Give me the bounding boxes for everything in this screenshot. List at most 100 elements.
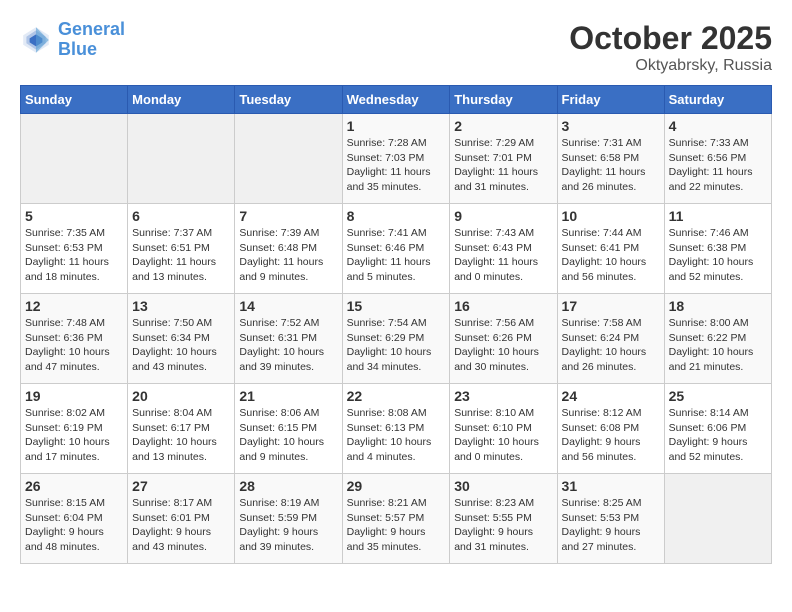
- weekday-header: Wednesday: [342, 86, 450, 114]
- day-info: Sunrise: 8:17 AM Sunset: 6:01 PM Dayligh…: [132, 496, 230, 555]
- calendar-cell: 15Sunrise: 7:54 AM Sunset: 6:29 PM Dayli…: [342, 294, 450, 384]
- day-info: Sunrise: 7:58 AM Sunset: 6:24 PM Dayligh…: [562, 316, 660, 375]
- calendar-cell: 17Sunrise: 7:58 AM Sunset: 6:24 PM Dayli…: [557, 294, 664, 384]
- day-number: 10: [562, 208, 660, 224]
- calendar-cell: 27 Sunrise: 8:17 AM Sunset: 6:01 PM Dayli…: [128, 474, 235, 564]
- calendar-cell: [664, 474, 771, 564]
- calendar-cell: 24Sunrise: 8:12 AM Sunset: 6:08 PM Dayli…: [557, 384, 664, 474]
- weekday-header: Monday: [128, 86, 235, 114]
- day-info: Sunrise: 7:33 AM Sunset: 6:56 PM Dayligh…: [669, 136, 767, 195]
- day-number: 9: [454, 208, 552, 224]
- day-number: 4: [669, 118, 767, 134]
- calendar-table: SundayMondayTuesdayWednesdayThursdayFrid…: [20, 85, 772, 564]
- day-info: Sunrise: 8:08 AM Sunset: 6:13 PM Dayligh…: [347, 406, 446, 465]
- day-info: Sunrise: 7:46 AM Sunset: 6:38 PM Dayligh…: [669, 226, 767, 285]
- calendar-cell: 23 Sunrise: 8:10 AM Sunset: 6:10 PM Dayli…: [450, 384, 557, 474]
- month-year-title: October 2025: [569, 20, 772, 57]
- calendar-cell: 13 Sunrise: 7:50 AM Sunset: 6:34 PM Dayli…: [128, 294, 235, 384]
- day-number: 19: [25, 388, 123, 404]
- day-number: 14: [239, 298, 337, 314]
- weekday-header: Tuesday: [235, 86, 342, 114]
- calendar-week-row: 12 Sunrise: 7:48 AM Sunset: 6:36 PM Dayli…: [21, 294, 772, 384]
- day-info: Sunrise: 7:52 AM Sunset: 6:31 PM Dayligh…: [239, 316, 337, 375]
- calendar-cell: 7 Sunrise: 7:39 AM Sunset: 6:48 PM Daylig…: [235, 204, 342, 294]
- day-number: 15: [347, 298, 446, 314]
- weekday-header: Thursday: [450, 86, 557, 114]
- day-number: 6: [132, 208, 230, 224]
- day-number: 16: [454, 298, 552, 314]
- day-number: 30: [454, 478, 552, 494]
- calendar-cell: 9 Sunrise: 7:43 AM Sunset: 6:43 PM Daylig…: [450, 204, 557, 294]
- logo-text: General Blue: [58, 20, 125, 60]
- weekday-header-row: SundayMondayTuesdayWednesdayThursdayFrid…: [21, 86, 772, 114]
- day-info: Sunrise: 8:04 AM Sunset: 6:17 PM Dayligh…: [132, 406, 230, 465]
- calendar-cell: [21, 114, 128, 204]
- day-number: 28: [239, 478, 337, 494]
- calendar-cell: 3Sunrise: 7:31 AM Sunset: 6:58 PM Daylig…: [557, 114, 664, 204]
- day-info: Sunrise: 7:29 AM Sunset: 7:01 PM Dayligh…: [454, 136, 552, 195]
- calendar-cell: 6 Sunrise: 7:37 AM Sunset: 6:51 PM Daylig…: [128, 204, 235, 294]
- calendar-cell: 14 Sunrise: 7:52 AM Sunset: 6:31 PM Dayli…: [235, 294, 342, 384]
- day-info: Sunrise: 7:48 AM Sunset: 6:36 PM Dayligh…: [25, 316, 123, 375]
- day-info: Sunrise: 8:25 AM Sunset: 5:53 PM Dayligh…: [562, 496, 660, 555]
- day-number: 21: [239, 388, 337, 404]
- title-block: October 2025 Oktyabrsky, Russia: [569, 20, 772, 75]
- day-info: Sunrise: 8:15 AM Sunset: 6:04 PM Dayligh…: [25, 496, 123, 555]
- day-number: 2: [454, 118, 552, 134]
- day-info: Sunrise: 8:19 AM Sunset: 5:59 PM Dayligh…: [239, 496, 337, 555]
- day-number: 18: [669, 298, 767, 314]
- day-info: Sunrise: 8:23 AM Sunset: 5:55 PM Dayligh…: [454, 496, 552, 555]
- calendar-cell: 2 Sunrise: 7:29 AM Sunset: 7:01 PM Daylig…: [450, 114, 557, 204]
- day-info: Sunrise: 7:37 AM Sunset: 6:51 PM Dayligh…: [132, 226, 230, 285]
- calendar-cell: 18 Sunrise: 8:00 AM Sunset: 6:22 PM Dayli…: [664, 294, 771, 384]
- calendar-week-row: 5 Sunrise: 7:35 AM Sunset: 6:53 PM Daylig…: [21, 204, 772, 294]
- day-number: 27: [132, 478, 230, 494]
- day-number: 3: [562, 118, 660, 134]
- day-info: Sunrise: 7:44 AM Sunset: 6:41 PM Dayligh…: [562, 226, 660, 285]
- day-info: Sunrise: 7:41 AM Sunset: 6:46 PM Dayligh…: [347, 226, 446, 285]
- calendar-cell: 21Sunrise: 8:06 AM Sunset: 6:15 PM Dayli…: [235, 384, 342, 474]
- page-header: General Blue October 2025 Oktyabrsky, Ru…: [20, 20, 772, 75]
- day-number: 24: [562, 388, 660, 404]
- day-number: 23: [454, 388, 552, 404]
- calendar-cell: 30 Sunrise: 8:23 AM Sunset: 5:55 PM Dayli…: [450, 474, 557, 564]
- day-info: Sunrise: 7:39 AM Sunset: 6:48 PM Dayligh…: [239, 226, 337, 285]
- calendar-cell: 12 Sunrise: 7:48 AM Sunset: 6:36 PM Dayli…: [21, 294, 128, 384]
- calendar-cell: 29Sunrise: 8:21 AM Sunset: 5:57 PM Dayli…: [342, 474, 450, 564]
- calendar-cell: 8Sunrise: 7:41 AM Sunset: 6:46 PM Daylig…: [342, 204, 450, 294]
- day-number: 22: [347, 388, 446, 404]
- calendar-cell: 11 Sunrise: 7:46 AM Sunset: 6:38 PM Dayli…: [664, 204, 771, 294]
- logo-icon: [20, 24, 52, 56]
- day-number: 5: [25, 208, 123, 224]
- day-number: 1: [347, 118, 446, 134]
- day-info: Sunrise: 8:02 AM Sunset: 6:19 PM Dayligh…: [25, 406, 123, 465]
- day-number: 26: [25, 478, 123, 494]
- day-number: 7: [239, 208, 337, 224]
- day-info: Sunrise: 7:43 AM Sunset: 6:43 PM Dayligh…: [454, 226, 552, 285]
- day-number: 11: [669, 208, 767, 224]
- day-info: Sunrise: 8:10 AM Sunset: 6:10 PM Dayligh…: [454, 406, 552, 465]
- calendar-cell: 10 Sunrise: 7:44 AM Sunset: 6:41 PM Dayli…: [557, 204, 664, 294]
- calendar-cell: 31 Sunrise: 8:25 AM Sunset: 5:53 PM Dayli…: [557, 474, 664, 564]
- day-number: 12: [25, 298, 123, 314]
- calendar-cell: 26 Sunrise: 8:15 AM Sunset: 6:04 PM Dayli…: [21, 474, 128, 564]
- calendar-cell: [235, 114, 342, 204]
- day-info: Sunrise: 8:00 AM Sunset: 6:22 PM Dayligh…: [669, 316, 767, 375]
- day-info: Sunrise: 7:35 AM Sunset: 6:53 PM Dayligh…: [25, 226, 123, 285]
- day-number: 13: [132, 298, 230, 314]
- calendar-cell: 1 Sunrise: 7:28 AM Sunset: 7:03 PM Daylig…: [342, 114, 450, 204]
- calendar-cell: 25 Sunrise: 8:14 AM Sunset: 6:06 PM Dayli…: [664, 384, 771, 474]
- day-info: Sunrise: 8:14 AM Sunset: 6:06 PM Dayligh…: [669, 406, 767, 465]
- day-number: 25: [669, 388, 767, 404]
- day-info: Sunrise: 7:28 AM Sunset: 7:03 PM Dayligh…: [347, 136, 446, 195]
- calendar-cell: [128, 114, 235, 204]
- calendar-week-row: 26 Sunrise: 8:15 AM Sunset: 6:04 PM Dayli…: [21, 474, 772, 564]
- calendar-cell: 28 Sunrise: 8:19 AM Sunset: 5:59 PM Dayli…: [235, 474, 342, 564]
- calendar-cell: 19 Sunrise: 8:02 AM Sunset: 6:19 PM Dayli…: [21, 384, 128, 474]
- calendar-cell: 16 Sunrise: 7:56 AM Sunset: 6:26 PM Dayli…: [450, 294, 557, 384]
- day-info: Sunrise: 7:50 AM Sunset: 6:34 PM Dayligh…: [132, 316, 230, 375]
- day-number: 31: [562, 478, 660, 494]
- calendar-week-row: 19 Sunrise: 8:02 AM Sunset: 6:19 PM Dayli…: [21, 384, 772, 474]
- location-subtitle: Oktyabrsky, Russia: [569, 57, 772, 75]
- day-info: Sunrise: 7:56 AM Sunset: 6:26 PM Dayligh…: [454, 316, 552, 375]
